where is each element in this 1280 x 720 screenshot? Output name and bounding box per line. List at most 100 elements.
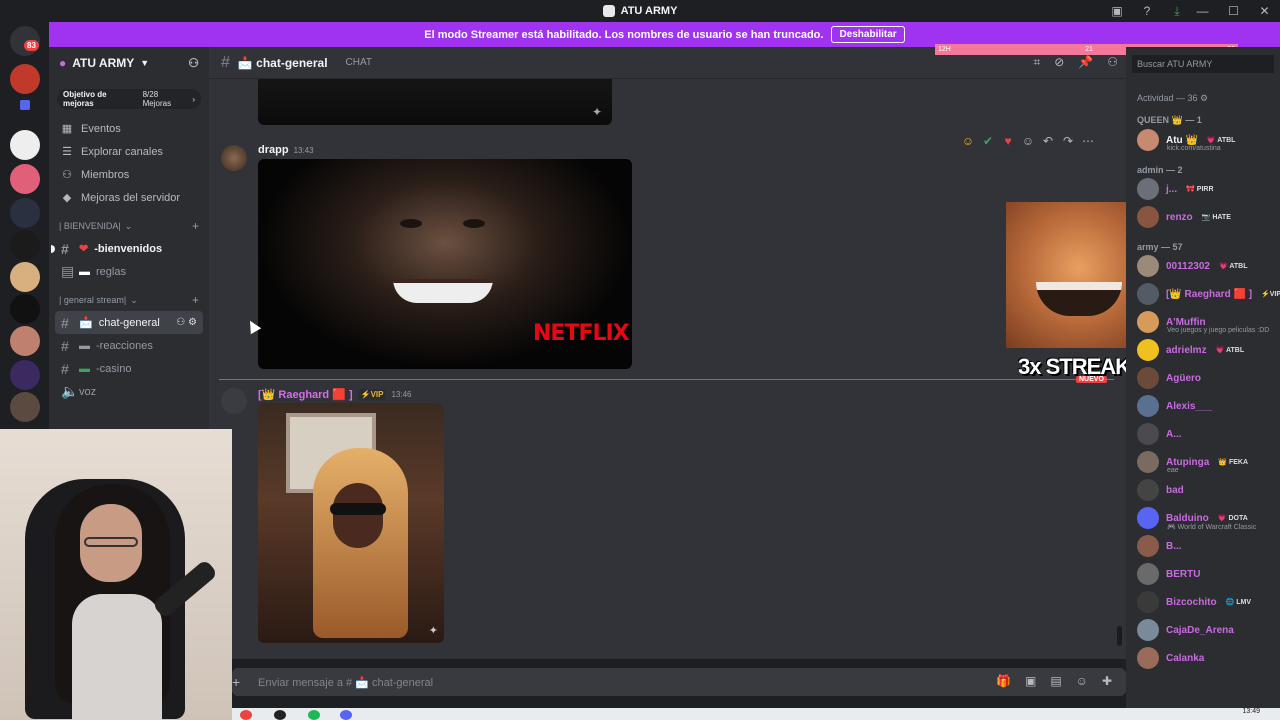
add-channel-icon[interactable]: + [192, 293, 199, 307]
server-icon[interactable] [10, 392, 40, 422]
member-item[interactable]: BERTU [1126, 560, 1280, 588]
guild-icon: ● [59, 56, 67, 70]
channel-casino[interactable]: # ▬ -casino [49, 357, 209, 380]
image-attachment[interactable]: NETFLIX [258, 159, 632, 369]
chevron-down-icon: ⌄ [130, 294, 138, 305]
member-item[interactable]: A... [1126, 420, 1280, 448]
mute-icon[interactable]: ⊘ [1054, 55, 1064, 70]
category-general-stream[interactable]: | general stream| ⌄ + [49, 289, 209, 311]
invite-icon[interactable]: ⚇ [188, 56, 199, 70]
server-icon[interactable] [10, 198, 40, 228]
spotify-icon[interactable] [308, 710, 320, 720]
server-icon[interactable] [10, 164, 40, 194]
nav-events[interactable]: ▦ Eventos [49, 117, 209, 140]
chrome-icon[interactable] [240, 710, 252, 720]
threads-icon[interactable]: ⌗ [1033, 55, 1040, 70]
previous-image-attachment[interactable]: ✦ [258, 79, 612, 125]
channel-voz[interactable]: 🔈 voz [49, 380, 209, 403]
search-input[interactable]: Buscar ATU ARMY [1132, 55, 1274, 73]
gif-icon[interactable]: ▣ [1025, 674, 1036, 688]
more-icon[interactable]: ⋯ [1081, 134, 1095, 148]
server-icon[interactable] [10, 230, 40, 260]
add-attachment-icon[interactable]: + [232, 674, 240, 690]
image-attachment[interactable]: ✦ [258, 403, 444, 643]
nav-members[interactable]: ⚇ Miembros [49, 163, 209, 186]
member-item[interactable]: adrielmz 💗 ATBL [1126, 336, 1280, 364]
add-reaction-icon[interactable]: ☺ [1021, 134, 1035, 148]
image-detail [1036, 282, 1122, 316]
member-item[interactable]: 00112302 💗 ATBL [1126, 252, 1280, 280]
guild-header[interactable]: ● ATU ARMY ▼ ⚇ [49, 47, 209, 79]
member-item[interactable]: Atupinga 👑 FEKA eae [1126, 448, 1280, 476]
member-item[interactable]: A'Muffin Veo juegos y juego peliculas :DD [1126, 308, 1280, 336]
window-controls: — ☐ ✕ [1187, 0, 1280, 22]
avatar[interactable] [221, 388, 247, 414]
sticker-icon[interactable]: ▤ [1050, 674, 1061, 688]
image-detail [330, 503, 386, 515]
channel-reglas[interactable]: ▤ ▬ reglas [49, 260, 209, 283]
nav-server-boost[interactable]: ◆ Mejoras del servidor [49, 186, 209, 209]
app-icon[interactable] [274, 710, 286, 720]
avatar [1137, 423, 1159, 445]
member-name: B... [1166, 540, 1182, 552]
member-tag: 👑 FEKA [1218, 459, 1249, 466]
member-item[interactable]: CajaDe_Arena [1126, 616, 1280, 644]
close-button[interactable]: ✕ [1249, 4, 1280, 18]
server-icon[interactable] [10, 360, 40, 390]
member-item[interactable]: Bizcochito 🌐 LMV [1126, 588, 1280, 616]
member-item[interactable]: j... 🎀 PIRR [1126, 175, 1280, 203]
author-name[interactable]: drapp [258, 144, 289, 156]
member-item[interactable]: bad [1126, 476, 1280, 504]
add-channel-icon[interactable]: + [192, 219, 199, 233]
member-tag: ⚡VIP [1261, 291, 1280, 298]
minimize-button[interactable]: — [1187, 4, 1218, 18]
message-actions: ☺ ✔ ♥ ☺ ↶ ↷ ⋯ [961, 134, 1095, 148]
reaction-heart-icon[interactable]: ♥ [1001, 134, 1015, 148]
member-item[interactable]: renzo 📷 HATE [1126, 203, 1280, 231]
gift-icon[interactable]: 🎁 [996, 674, 1011, 688]
channel-reacciones[interactable]: # ▬ -reacciones [49, 334, 209, 357]
server-icon[interactable] [10, 64, 40, 94]
channel-settings-icon[interactable]: ⚇ ⚙ [176, 317, 197, 328]
pin-icon[interactable]: 📌 [1078, 55, 1093, 70]
member-item[interactable]: Atu 👑 💗 ATBL kick.com/atustina [1126, 126, 1280, 154]
server-icon[interactable] [10, 130, 40, 160]
server-icon[interactable] [10, 294, 40, 324]
server-icon[interactable] [10, 326, 40, 356]
server-icon[interactable] [10, 262, 40, 292]
reply-icon[interactable]: ↶ [1041, 134, 1055, 148]
inbox-icon[interactable]: ▣ [1109, 3, 1125, 19]
disable-streamer-button[interactable]: Deshabilitar [831, 26, 905, 43]
member-status: Veo juegos y juego peliculas :DD [1167, 327, 1270, 334]
reaction-laugh-icon[interactable]: ☺ [961, 134, 975, 148]
member-item[interactable]: Calanka [1126, 644, 1280, 672]
member-item[interactable]: Agüero [1126, 364, 1280, 392]
forward-icon[interactable]: ↷ [1061, 134, 1075, 148]
discord-icon[interactable] [340, 710, 352, 720]
nav-browse-channels[interactable]: ☰ Explorar canales [49, 140, 209, 163]
folder-icon[interactable] [20, 100, 30, 110]
scrollbar[interactable] [1117, 626, 1122, 646]
emoji-icon[interactable]: ☺ [1076, 674, 1088, 688]
member-name: Agüero [1166, 372, 1201, 384]
boost-goal[interactable]: Objetivo de mejoras 8/28 Mejoras › [57, 89, 201, 109]
apps-icon[interactable]: ✚ [1102, 674, 1112, 688]
reaction-check-icon[interactable]: ✔ [981, 134, 995, 148]
member-list-icon[interactable]: ⚇ [1107, 55, 1118, 70]
channel-bienvenidos[interactable]: # ❤ -bienvenidos [49, 237, 209, 260]
author-name[interactable]: [👑 Raeghard 🟥 ] [258, 388, 353, 401]
activity-header[interactable]: Actividad — 36 ⚙ [1137, 93, 1280, 104]
channel-chat-general[interactable]: # 📩 chat-general ⚇ ⚙ [55, 311, 203, 334]
member-item[interactable]: Alexis___ [1126, 392, 1280, 420]
banner-message: El modo Streamer está habilitado. Los no… [424, 28, 824, 41]
message-composer[interactable]: + Enviar mensaje a # 📩 chat-general 🎁 ▣ … [232, 668, 1126, 696]
download-icon[interactable]: ⤓ [1169, 3, 1185, 19]
calendar-icon: ▦ [61, 123, 73, 135]
maximize-button[interactable]: ☐ [1218, 4, 1249, 18]
help-icon[interactable]: ? [1139, 3, 1155, 19]
member-item[interactable]: [👑 Raeghard 🟥 ] ⚡VIP [1126, 280, 1280, 308]
avatar[interactable] [221, 145, 247, 171]
member-item[interactable]: B... [1126, 532, 1280, 560]
member-item[interactable]: Balduino 💗 DOTA 🎮 World of Warcraft Classi… [1126, 504, 1280, 532]
category-bienvenida[interactable]: | BIENVENIDA| ⌄ + [49, 215, 209, 237]
